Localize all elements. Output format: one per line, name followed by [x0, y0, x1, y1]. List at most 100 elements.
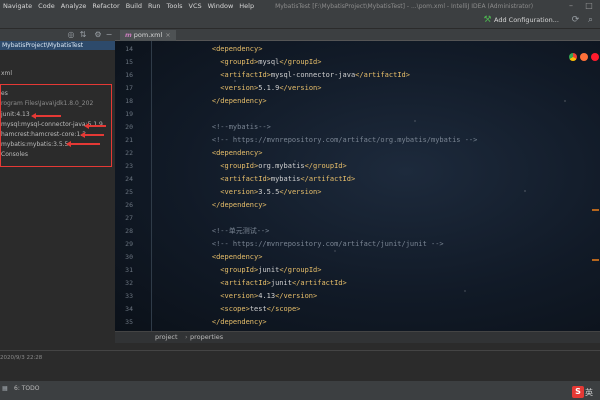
status-bar: ▦ 6: TODO [0, 380, 600, 400]
line-number: 33 [125, 292, 133, 300]
code-token: <scope> [220, 305, 250, 313]
code-token: </version> [279, 84, 322, 92]
code-token: <!-- https://mvnrepository.com/artifact/… [211, 136, 478, 144]
code-token: <dependency> [211, 253, 263, 261]
code-token: <dependency> [211, 149, 263, 157]
code-token: <!--单元测试--> [211, 227, 270, 235]
annotation-arrow-mysql [84, 123, 106, 128]
menu-analyze[interactable]: Analyze [58, 2, 90, 10]
error-stripe-mark[interactable] [592, 259, 599, 261]
code-token: mysql [258, 58, 280, 66]
code-token: junit [270, 279, 292, 287]
terminal-icon[interactable]: ▦ [2, 385, 8, 392]
minus-icon[interactable]: − [104, 30, 114, 40]
menu-help[interactable]: Help [236, 2, 257, 10]
annotation-arrow-junit [31, 113, 61, 118]
maximize-button[interactable]: □ [580, 0, 598, 12]
line-number: 26 [125, 201, 133, 209]
code-token: </groupId> [279, 58, 322, 66]
code-token: </groupId> [304, 162, 347, 170]
close-icon[interactable]: × [165, 31, 170, 39]
code-token: <version> [220, 292, 259, 300]
chrome-icon[interactable] [569, 53, 577, 61]
line-number: 29 [125, 240, 133, 248]
code-token: </artifactId> [300, 175, 356, 183]
editor-tab-bar: m pom.xml × [115, 29, 600, 41]
code-token: <artifactId> [220, 279, 271, 287]
locate-icon[interactable]: ◎ [66, 30, 76, 40]
code-token: <groupId> [220, 162, 259, 170]
menu-window[interactable]: Window [205, 2, 237, 10]
window-title: MybatisTest [F:\MybatisProject\MybatisTe… [275, 2, 534, 10]
code-token: </dependency> [211, 318, 267, 326]
menu-tools[interactable]: Tools [164, 2, 186, 10]
code-line: <artifactId>junit</artifactId> [195, 277, 346, 290]
breadcrumb-project[interactable]: project [155, 332, 178, 343]
code-token: </dependency> [211, 201, 267, 209]
opera-icon[interactable] [591, 53, 599, 61]
project-root-path[interactable]: MybatisProject\MybatisTest [0, 41, 115, 50]
code-line: <scope>test</scope> [195, 303, 300, 316]
menu-code[interactable]: Code [35, 2, 58, 10]
code-token: </version> [275, 292, 318, 300]
minimize-button[interactable]: – [562, 0, 580, 12]
todo-tool-button[interactable]: 6: TODO [14, 385, 39, 392]
breadcrumb-properties[interactable]: properties [190, 332, 223, 343]
add-configuration-button[interactable]: Add Configuration... [494, 15, 559, 26]
code-token: <!--mybatis--> [211, 123, 271, 131]
line-number: 17 [125, 84, 133, 92]
menu-run[interactable]: Run [145, 2, 163, 10]
line-number: 32 [125, 279, 133, 287]
code-line: <!--mybatis--> [195, 121, 271, 134]
line-number: 30 [125, 253, 133, 261]
code-line: <dependency> [195, 147, 263, 160]
code-line: <version>3.5.5</version> [195, 186, 321, 199]
sync-icon[interactable]: ⟳ [570, 15, 581, 26]
code-editor[interactable]: 14 15 16 17 18 19 20 21 22 23 24 25 26 27 28 29 30 31 32 33… [115, 41, 600, 331]
error-stripe-mark[interactable] [592, 209, 599, 211]
hammer-icon[interactable]: ⚒ [482, 15, 493, 26]
maven-icon: m [125, 31, 132, 39]
code-token: <groupId> [220, 266, 259, 274]
menu-build[interactable]: Build [123, 2, 145, 10]
line-number: 24 [125, 175, 133, 183]
code-line: <version>5.1.9</version> [195, 82, 321, 95]
code-token: <!-- https://mvnrepository.com/artifact/… [211, 240, 444, 248]
menu-navigate[interactable]: Navigate [0, 2, 35, 10]
tab-pom-label: pom.xml [133, 31, 163, 39]
code-line: </dependency> [195, 316, 267, 329]
code-line: <groupId>mysql</groupId> [195, 56, 321, 69]
collapse-icon[interactable]: ⇅ [78, 30, 88, 40]
firefox-icon[interactable] [580, 53, 588, 61]
code-line: <groupId>junit</groupId> [195, 264, 321, 277]
line-number: 21 [125, 136, 133, 144]
toolbar: ⚒ Add Configuration... ⟳ ⌕ [0, 12, 600, 29]
code-line: <!--单元测试--> [195, 225, 270, 238]
code-token: </version> [279, 188, 322, 196]
code-line: <!-- https://mvnrepository.com/artifact/… [195, 134, 478, 147]
tree-item-xml[interactable]: xml [1, 70, 12, 78]
ime-language-indicator[interactable]: 英 [585, 387, 593, 398]
line-number: 31 [125, 266, 133, 274]
fold-guide [151, 41, 152, 331]
ime-logo-icon[interactable]: S [572, 386, 584, 398]
code-line: <dependency> [195, 251, 263, 264]
line-number: 28 [125, 227, 133, 235]
event-timestamp: 2020/9/3 22:28 [0, 355, 43, 361]
menu-vcs[interactable]: VCS [186, 2, 205, 10]
code-line: </dependency> [195, 95, 267, 108]
code-token: 4.13 [258, 292, 276, 300]
line-number: 20 [125, 123, 133, 131]
line-number: 14 [125, 45, 133, 53]
line-number: 16 [125, 71, 133, 79]
tab-pom-xml[interactable]: m pom.xml × [120, 30, 176, 41]
menu-refactor[interactable]: Refactor [89, 2, 122, 10]
code-token: org.mybatis [258, 162, 305, 170]
annotation-arrow-hamcrest [80, 132, 104, 137]
search-icon[interactable]: ⌕ [585, 15, 596, 26]
code-line: </dependency> [195, 199, 267, 212]
code-token: <groupId> [220, 58, 259, 66]
line-number: 15 [125, 58, 133, 66]
gear-icon[interactable]: ⚙ [93, 30, 103, 40]
line-number-gutter: 14 15 16 17 18 19 20 21 22 23 24 25 26 27 28 29 30 31 32 33… [115, 41, 135, 331]
